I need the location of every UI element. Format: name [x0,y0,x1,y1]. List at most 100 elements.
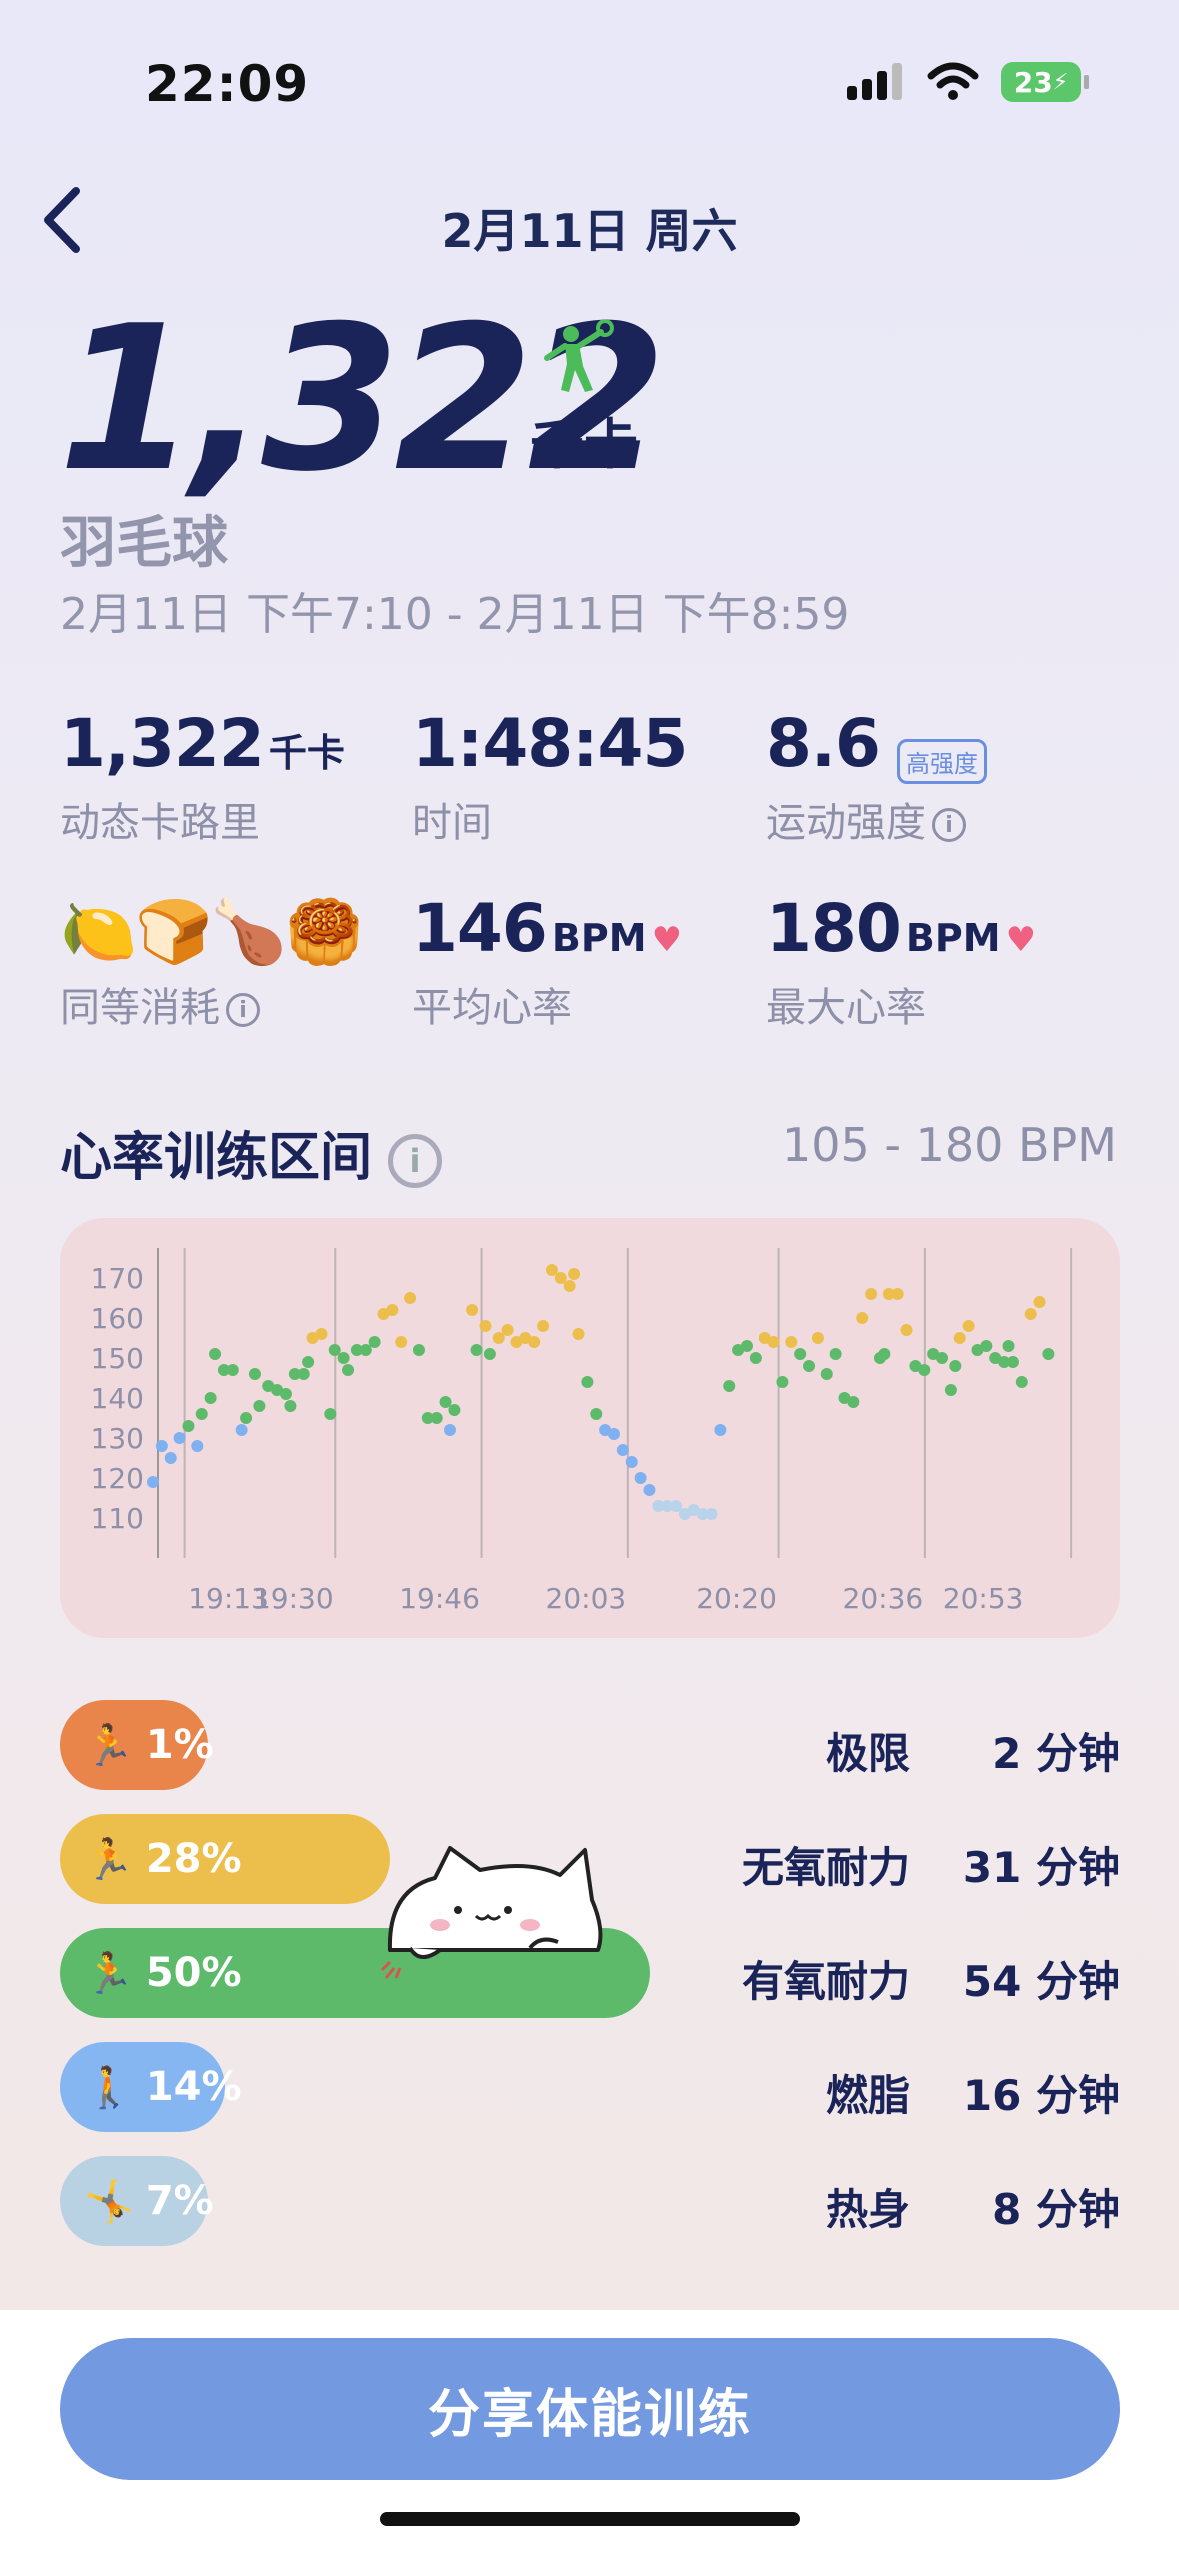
active-calories-label: 动态卡路里 [60,800,260,846]
zone-row: 🤸 7% 热身 8 分钟 [60,2156,1120,2246]
hr-point [865,1288,878,1300]
hr-point [714,1424,727,1436]
hr-point [537,1320,550,1332]
hr-point [953,1332,966,1344]
zone-minutes: 31 分钟 [962,1843,1120,1892]
zone-percent: 28% [145,1836,242,1882]
hr-point [572,1328,585,1340]
hr-point [191,1440,204,1452]
hr-point [439,1396,452,1408]
hr-point [448,1404,461,1416]
max-hr-label: 最大心率 [766,985,926,1031]
hr-point [337,1352,350,1364]
y-tick-label: 160 [91,1302,144,1335]
hr-point [554,1272,567,1284]
zone-name: 燃脂 [825,2071,910,2120]
hr-point [248,1368,261,1380]
hr-point [936,1352,949,1364]
zones-title-row[interactable]: 心率训练区间 i [60,1115,443,1190]
hr-point [1033,1296,1046,1308]
hr-point [342,1364,355,1376]
hr-point [767,1336,780,1348]
hr-point [563,1280,576,1292]
x-tick-label: 20:53 [943,1582,1024,1615]
info-icon[interactable]: i [226,993,260,1027]
zone-name: 有氧耐力 [741,1957,910,2006]
zone-percent: 50% [145,1950,242,1996]
y-tick-label: 150 [91,1342,144,1375]
info-icon[interactable]: i [388,1134,443,1188]
hr-point [803,1360,816,1372]
hr-point [182,1420,195,1432]
hr-point [155,1440,168,1452]
info-icon[interactable]: i [932,808,966,842]
hr-point [368,1336,381,1348]
hr-point [359,1344,372,1356]
duration-stat: 1:48:45 [412,705,688,782]
hr-point [528,1336,541,1348]
hr-point [466,1304,479,1316]
equivalent-food-icons: 🍋🍞🍗🥮 [60,895,363,969]
status-time: 22:09 [145,55,310,113]
zone-minutes: 8 分钟 [992,2185,1120,2234]
y-tick-label: 120 [91,1462,144,1495]
sport-name: 羽毛球 [60,511,228,576]
active-calories-stat: 1,322 千卡 [60,705,345,782]
hr-point [643,1484,656,1496]
hr-point [1015,1376,1028,1388]
hr-point [164,1452,177,1464]
hr-point [279,1388,292,1400]
signal-icon [847,63,902,100]
hr-point [479,1320,492,1332]
hr-point [568,1268,581,1280]
zone-percent: 7% [145,2178,214,2224]
hr-point [980,1340,993,1352]
share-workout-button[interactable]: 分享体能训练 [60,2338,1120,2480]
hr-point [195,1408,208,1420]
hr-point [581,1376,594,1388]
hr-point [226,1364,239,1376]
hr-point [470,1344,483,1356]
hr-point [705,1508,718,1520]
cat-mascot-illustration [380,1846,603,1979]
avg-hr-label: 平均心率 [412,985,572,1031]
runner-icon: 🏃 [84,1722,134,1769]
hr-point [501,1324,514,1336]
zone-minutes: 16 分钟 [962,2071,1120,2120]
lemon-icon: 🍋 [60,895,137,968]
hr-point [670,1500,683,1512]
hr-point [284,1400,297,1412]
hr-point [297,1368,310,1380]
hr-point [1006,1356,1019,1368]
hr-point [918,1364,931,1376]
hr-point [608,1428,620,1440]
zones-title: 心率训练区间 [60,1128,373,1188]
hr-point [204,1392,217,1404]
x-tick-label: 20:20 [696,1582,777,1615]
hr-point [856,1312,869,1324]
hr-point [324,1408,337,1420]
hr-point [209,1348,222,1360]
hr-point [386,1304,399,1316]
equivalent-label-row[interactable]: 同等消耗 i [60,975,260,1033]
home-indicator[interactable] [380,2512,800,2526]
zone-name: 热身 [825,2185,910,2234]
hr-point [891,1288,904,1300]
max-hr-unit: BPM [905,916,1001,960]
runner-icon: 🏃 [84,1950,134,1997]
hr-point [962,1320,975,1332]
hr-point [315,1328,328,1340]
zones-range: 105 - 180 BPM [781,1118,1117,1172]
hr-point [847,1396,860,1408]
hr-point [430,1412,443,1424]
hr-point [443,1424,456,1436]
zone-row: 🚶 14% 燃脂 16 分钟 [60,2042,1120,2132]
runner-icon: 🏃 [84,1836,134,1883]
intensity-label-row[interactable]: 运动强度 i [766,790,966,848]
zone-name: 极限 [825,1729,910,1778]
hr-point [634,1472,647,1484]
zone-percent: 1% [145,1722,214,1768]
zone-percent: 14% [145,2064,242,2110]
hr-point [878,1348,891,1360]
hr-point [147,1476,159,1488]
